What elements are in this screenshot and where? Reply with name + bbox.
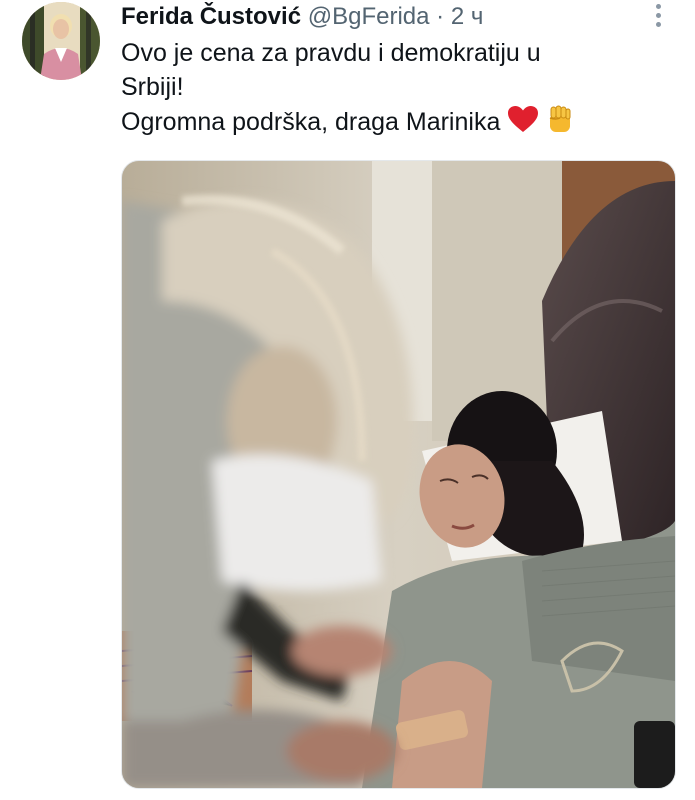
tweet-timestamp[interactable]: 2 ч: [451, 3, 484, 30]
tweet-text-line: Srbiji!: [121, 73, 184, 101]
author-avatar[interactable]: [22, 2, 100, 80]
photo-image: [122, 161, 675, 788]
more-options-icon[interactable]: [651, 4, 665, 30]
tweet-text-line-emoji: Ogromna podrška, draga Marinika: [121, 104, 661, 143]
separator-dot: ·: [436, 3, 445, 30]
heart-icon: [507, 105, 539, 142]
avatar-image: [22, 2, 100, 80]
tweet-header: Ferida Čustović @BgFerida · 2 ч: [121, 2, 645, 32]
tweet-text: Ovo je cena za pravdu i demokratiju u Sr…: [121, 36, 661, 143]
raised-fist-icon: [546, 104, 574, 143]
author-name[interactable]: Ferida Čustović: [121, 3, 301, 30]
author-handle[interactable]: @BgFerida: [308, 3, 430, 30]
tweet-text-line: Ogromna podrška, draga Marinika: [121, 108, 501, 137]
tweet-text-line: Ovo je cena za pravdu i demokratiju u: [121, 39, 541, 67]
tweet-media-photo[interactable]: [121, 160, 676, 789]
